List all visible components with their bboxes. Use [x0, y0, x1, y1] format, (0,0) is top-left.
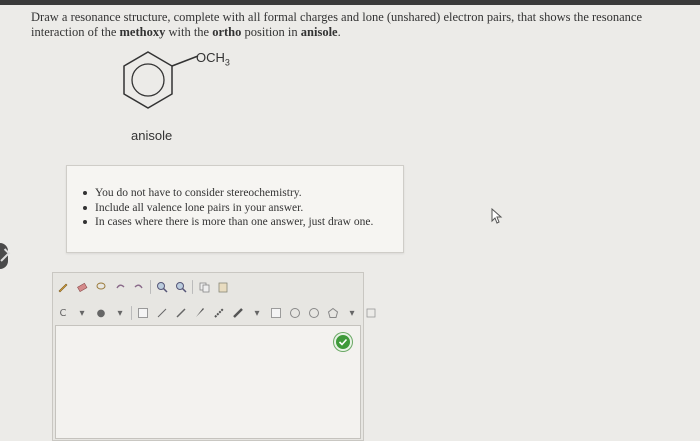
question-text: Draw a resonance structure, complete wit… — [31, 10, 681, 40]
benzene-icon[interactable] — [268, 305, 284, 321]
double-bond-icon[interactable] — [154, 305, 170, 321]
lasso-icon[interactable] — [93, 279, 109, 295]
hint-item: You do not have to consider stereochemis… — [83, 186, 373, 201]
top-bar — [0, 0, 700, 5]
redo-icon[interactable] — [131, 279, 147, 295]
dash-bond-icon[interactable] — [211, 305, 227, 321]
chevron-down-icon[interactable]: ▾ — [344, 305, 360, 321]
bond-menu-icon[interactable] — [230, 305, 246, 321]
molecule-name: anisole — [131, 128, 173, 143]
question-bold-ortho: ortho — [212, 25, 242, 39]
hint-item: Include all valence lone pairs in your a… — [83, 201, 373, 216]
pencil-icon[interactable] — [55, 279, 71, 295]
toolbar-separator — [150, 280, 151, 294]
cyclohexane-icon[interactable] — [287, 305, 303, 321]
hint-item: In cases where there is more than one an… — [83, 215, 373, 230]
question-part: position in — [241, 25, 301, 39]
eraser-icon[interactable] — [74, 279, 90, 295]
triple-bond-icon[interactable] — [173, 305, 189, 321]
chevron-right-icon — [0, 248, 11, 262]
paste-icon[interactable] — [215, 279, 231, 295]
substituent-subscript: 3 — [224, 57, 230, 68]
check-icon — [338, 338, 348, 346]
chevron-down-icon[interactable]: ▾ — [249, 305, 265, 321]
question-bold-anisole: anisole — [300, 25, 338, 39]
cyclopentane-icon[interactable] — [325, 305, 341, 321]
editor-toolbar-top — [55, 277, 231, 297]
toolbar-separator — [192, 280, 193, 294]
wedge-bond-icon[interactable] — [192, 305, 208, 321]
charge-icon[interactable]: C — [55, 305, 71, 321]
chevron-down-icon[interactable]: ▾ — [112, 305, 128, 321]
question-bold-methoxy: methoxy — [119, 25, 166, 39]
single-bond-icon[interactable] — [135, 305, 151, 321]
template-icon[interactable] — [363, 305, 379, 321]
zoom-in-icon[interactable] — [154, 279, 170, 295]
copy-icon[interactable] — [196, 279, 212, 295]
question-part: . — [337, 25, 341, 39]
benzene-ring — [123, 51, 173, 109]
hint-box: You do not have to consider stereochemis… — [66, 165, 404, 253]
drawing-canvas[interactable] — [55, 325, 361, 439]
toolbar-separator — [131, 306, 132, 320]
hint-list: You do not have to consider stereochemis… — [83, 186, 373, 230]
zoom-out-icon[interactable] — [173, 279, 189, 295]
check-answer-button[interactable] — [334, 333, 352, 351]
substituent-text: OCH — [196, 50, 225, 65]
aromatic-circle — [131, 63, 165, 97]
ring-icon[interactable] — [306, 305, 322, 321]
collapse-tab[interactable] — [0, 243, 11, 269]
editor-toolbar-bottom: C ▾ ● ▾ ▾ ▾ — [55, 303, 379, 323]
chevron-down-icon[interactable]: ▾ — [74, 305, 90, 321]
mouse-cursor-icon — [491, 208, 503, 224]
atom-icon[interactable]: ● — [93, 305, 109, 321]
methoxy-bond — [171, 55, 199, 67]
drawing-editor: C ▾ ● ▾ ▾ ▾ — [52, 272, 376, 441]
question-part: with the — [165, 25, 213, 39]
methoxy-label: OCH3 — [196, 50, 230, 68]
undo-icon[interactable] — [112, 279, 128, 295]
